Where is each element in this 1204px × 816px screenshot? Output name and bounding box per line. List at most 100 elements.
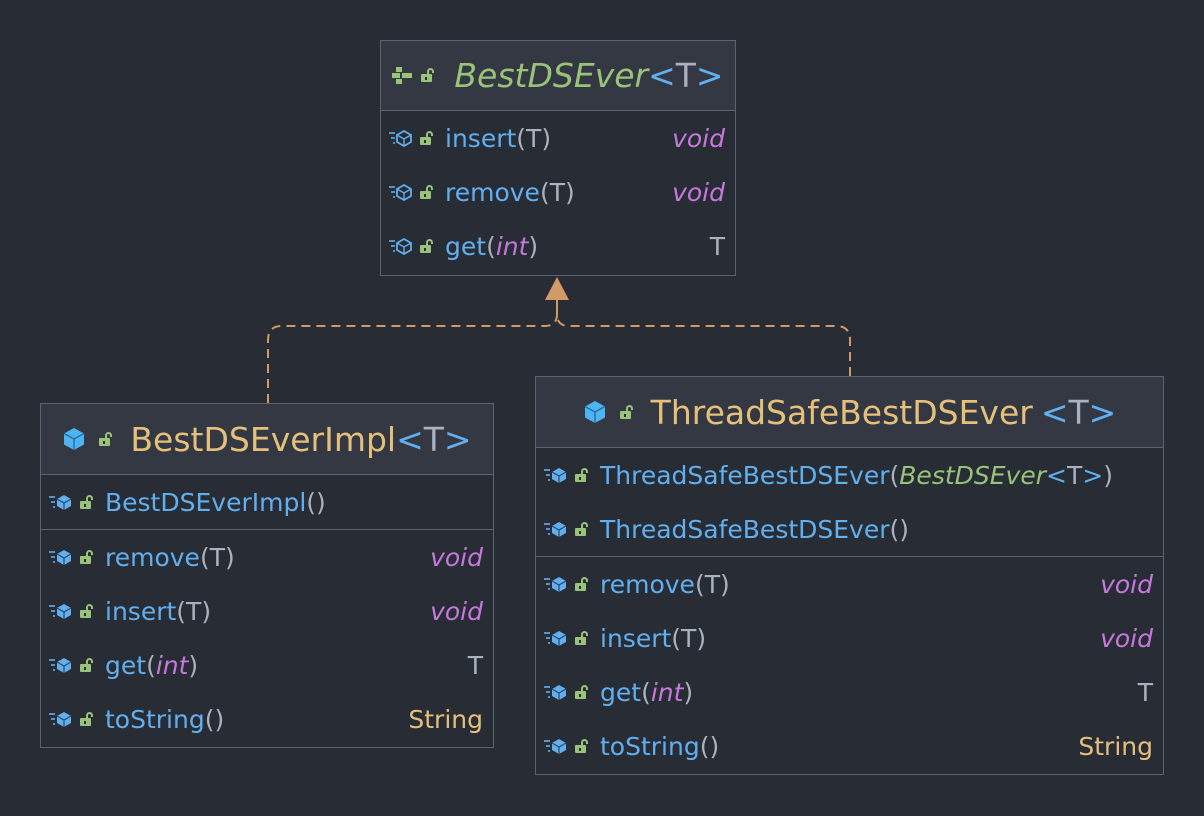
return-type: void (1100, 623, 1153, 653)
interface-box[interactable]: BestDSEver <T> insert(T) void remove(T) … (380, 40, 736, 276)
threadsafe-class-box[interactable]: ThreadSafeBestDSEver <T> ThreadSafeBestD… (535, 376, 1164, 775)
method-name: insert (105, 596, 177, 626)
interface-methods: insert(T) void remove(T) void get(int) T (381, 111, 735, 273)
constructor-name: BestDSEverImpl (105, 487, 307, 517)
return-type: T (709, 231, 725, 261)
public-lock-icon (79, 549, 93, 565)
impl-realization-line (267, 300, 558, 403)
realization-arrowhead (545, 277, 569, 300)
param-type: int (155, 650, 189, 680)
return-type: T (1137, 677, 1153, 707)
return-type: String (408, 704, 483, 734)
param-type: T (209, 542, 225, 572)
method-name: get (445, 231, 487, 261)
class-icon (62, 427, 86, 451)
public-lock-icon (420, 68, 435, 83)
method-name: toString (105, 704, 205, 734)
class-name: ThreadSafeBestDSEver (650, 392, 1033, 432)
public-lock-icon (98, 431, 113, 447)
method-name: remove (600, 569, 695, 599)
method-icon (544, 737, 568, 755)
method-icon (49, 493, 73, 511)
method-row-tostring[interactable]: toString() String (41, 692, 493, 746)
public-lock-icon (574, 521, 588, 537)
public-lock-icon (419, 184, 433, 200)
method-row-remove[interactable]: remove(T) void (381, 165, 735, 219)
method-name: insert (600, 623, 672, 653)
return-type: String (1078, 731, 1153, 761)
method-name: get (600, 677, 642, 707)
impl-methods: remove(T) void insert(T) void get(int) T… (41, 530, 493, 746)
param-type: int (495, 231, 529, 261)
public-lock-icon (574, 684, 588, 700)
public-lock-icon (419, 238, 433, 254)
method-name: get (105, 650, 147, 680)
method-row-get[interactable]: get(int) T (536, 665, 1163, 719)
method-row-tostring[interactable]: toString() String (536, 719, 1163, 773)
constructor-row-with-param[interactable]: ThreadSafeBestDSEver(BestDSEver < T >) (536, 448, 1163, 502)
public-lock-icon (79, 657, 93, 673)
return-type: void (672, 123, 725, 153)
method-row-insert[interactable]: insert(T) void (536, 611, 1163, 665)
method-row-insert[interactable]: insert(T) void (381, 111, 735, 165)
public-lock-icon (574, 738, 588, 754)
method-icon (544, 575, 568, 593)
abstract-method-icon (389, 237, 413, 255)
generic-type-param: <T> (648, 56, 724, 95)
param-type: T (704, 569, 720, 599)
abstract-method-icon (389, 183, 413, 201)
impl-class-box[interactable]: BestDSEverImpl <T> BestDSEverImpl() remo… (40, 403, 494, 748)
return-type: void (672, 177, 725, 207)
generic-type-param: <T> (396, 419, 472, 459)
method-icon (49, 602, 73, 620)
threadsafe-class-header[interactable]: ThreadSafeBestDSEver <T> (536, 377, 1163, 448)
method-icon (49, 710, 73, 728)
public-lock-icon (79, 711, 93, 727)
method-icon (544, 466, 568, 484)
generic-type-param: <T> (1040, 392, 1117, 432)
threadsafe-realization-line (556, 300, 851, 376)
method-icon (49, 548, 73, 566)
abstract-method-icon (389, 129, 413, 147)
return-type: T (467, 650, 483, 680)
param-type: T (549, 177, 565, 207)
threadsafe-methods: remove(T) void insert(T) void get(int) T… (536, 557, 1163, 773)
impl-constructors: BestDSEverImpl() (41, 475, 493, 530)
method-row-get[interactable]: get(int) T (41, 638, 493, 692)
impl-class-header[interactable]: BestDSEverImpl <T> (41, 404, 493, 475)
method-name: remove (105, 542, 200, 572)
constructor-row-default[interactable]: ThreadSafeBestDSEver() (536, 502, 1163, 556)
param-type: T (186, 596, 202, 626)
constructor-name: ThreadSafeBestDSEver (600, 514, 890, 544)
method-icon (49, 656, 73, 674)
interface-header[interactable]: BestDSEver <T> (381, 41, 735, 111)
method-row-insert[interactable]: insert(T) void (41, 584, 493, 638)
method-row-remove[interactable]: remove(T) void (536, 557, 1163, 611)
public-lock-icon (79, 494, 93, 510)
public-lock-icon (618, 404, 633, 420)
method-name: toString (600, 731, 700, 761)
constructor-row[interactable]: BestDSEverImpl() (41, 475, 493, 529)
param-type: T (681, 623, 697, 653)
method-row-get[interactable]: get(int) T (381, 219, 735, 273)
threadsafe-constructors: ThreadSafeBestDSEver(BestDSEver < T >) Thre… (536, 448, 1163, 557)
method-icon (544, 683, 568, 701)
method-name: remove (445, 177, 540, 207)
method-icon (544, 520, 568, 538)
interface-icon (392, 66, 414, 85)
return-type: void (430, 596, 483, 626)
param-type: T (526, 123, 542, 153)
param-type: int (650, 677, 684, 707)
public-lock-icon (419, 130, 433, 146)
return-type: void (430, 542, 483, 572)
public-lock-icon (79, 603, 93, 619)
method-icon (544, 629, 568, 647)
public-lock-icon (574, 630, 588, 646)
public-lock-icon (574, 576, 588, 592)
return-type: void (1100, 569, 1153, 599)
class-name: BestDSEverImpl (130, 419, 397, 459)
method-row-remove[interactable]: remove(T) void (41, 530, 493, 584)
param-type: BestDSEver (899, 460, 1047, 490)
class-icon (583, 400, 607, 424)
interface-name: BestDSEver (454, 56, 649, 95)
